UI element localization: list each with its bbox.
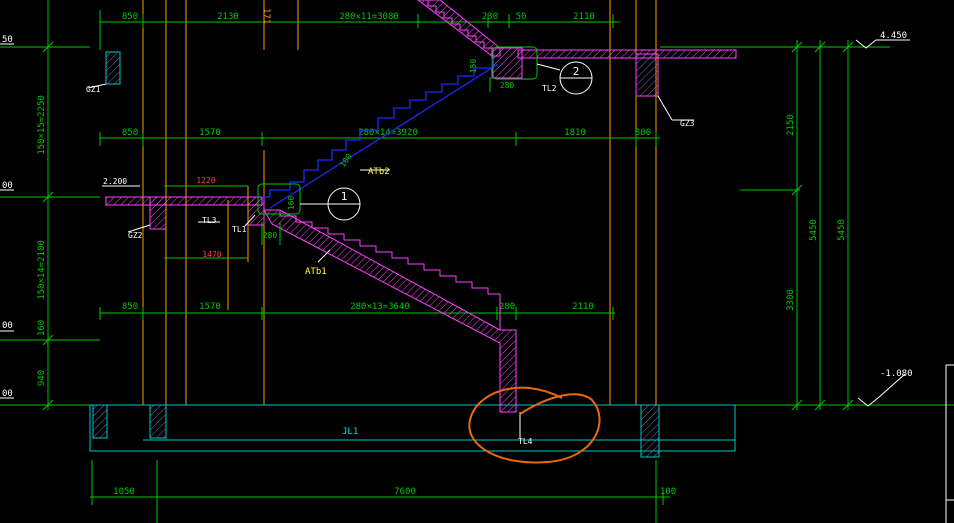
dim-low-280: 280 [499, 302, 515, 312]
dim-280-mid: 280 [263, 231, 278, 240]
dim-150: 150 [469, 59, 478, 74]
label-tl1: TL1 [232, 225, 247, 234]
dim-160: 160 [287, 196, 296, 211]
columns [92, 51, 660, 458]
section-marker-1 [300, 187, 361, 221]
dim-top-3080: 280×11=3080 [339, 12, 399, 22]
dim-mid-850: 850 [122, 128, 138, 138]
column-right-top [635, 53, 659, 97]
dim-1220: 1220 [196, 176, 215, 185]
label-gz-right: GZ3 [680, 119, 695, 128]
foundation-beam [89, 404, 736, 452]
dim-mid-1570: 1570 [199, 128, 221, 138]
column-right-bottom [640, 404, 660, 458]
right-dim-5450a: 5450 [809, 219, 819, 241]
dim-top-2130: 2130 [217, 12, 239, 22]
label-tl4: TL4 [518, 437, 533, 446]
label-tl2: TL2 [542, 84, 557, 93]
label-gz-left-top: GZ1 [86, 85, 101, 94]
right-dim-2150: 2150 [786, 114, 796, 136]
cad-drawing: 150×15=2250 150×14=2100 160 940 50 00 00… [0, 0, 954, 523]
elev-left-mid-2200: 2.200 [103, 177, 127, 186]
label-tl3: TL3 [202, 216, 217, 225]
dim-low-3640: 280×13=3640 [350, 302, 410, 312]
left-dim-2: 150×14=2100 [37, 240, 47, 300]
section-num-1: 1 [341, 190, 348, 203]
dim-low-2110: 2110 [572, 302, 594, 312]
dim-bottom-7600: 7600 [394, 487, 416, 497]
column-left-bottom [92, 404, 108, 439]
elev-right-bottom: -1.080 [880, 369, 913, 379]
dim-1470: 1470 [202, 250, 221, 259]
dim-mid-1810: 1810 [564, 128, 586, 138]
label-atb1: ATb1 [305, 267, 327, 277]
right-dim-5450b: 5450 [837, 219, 847, 241]
dim-low-850: 850 [122, 302, 138, 312]
left-dim-4: 940 [37, 370, 47, 386]
dim-top-230: 230 [482, 12, 498, 22]
label-jl1: JL1 [342, 427, 358, 437]
column-mid-bottom [149, 404, 167, 439]
label-atb2: ATb2 [368, 167, 390, 177]
left-vertical-dims [42, 0, 54, 411]
dim-bottom-1050: 1050 [113, 487, 135, 497]
partial-171: 171 [261, 8, 271, 24]
detail-boxes [164, 46, 538, 259]
label-gz-left-mid: GZ2 [128, 231, 143, 240]
dim-top-50: 50 [516, 12, 527, 22]
left-dim-3: 160 [37, 320, 47, 336]
dim-mid-300: 300 [635, 128, 651, 138]
dim-100: 100 [338, 152, 354, 169]
dim-row-bottom [90, 460, 670, 523]
dim-280-top: 280 [500, 81, 515, 90]
elev-left-low: 00 [2, 321, 13, 331]
dim-bottom-100: 100 [660, 487, 676, 497]
stair-landing-top [491, 47, 737, 79]
left-dim-1: 150×15=2250 [37, 95, 47, 155]
dim-top-2110: 2110 [573, 12, 595, 22]
right-dim-3300: 3300 [786, 289, 796, 311]
column-left-top [105, 51, 121, 85]
elev-right-top: 4.450 [880, 31, 907, 41]
dim-top-850: 850 [122, 12, 138, 22]
dim-low-1570: 1570 [199, 302, 221, 312]
section-num-2: 2 [573, 65, 580, 78]
